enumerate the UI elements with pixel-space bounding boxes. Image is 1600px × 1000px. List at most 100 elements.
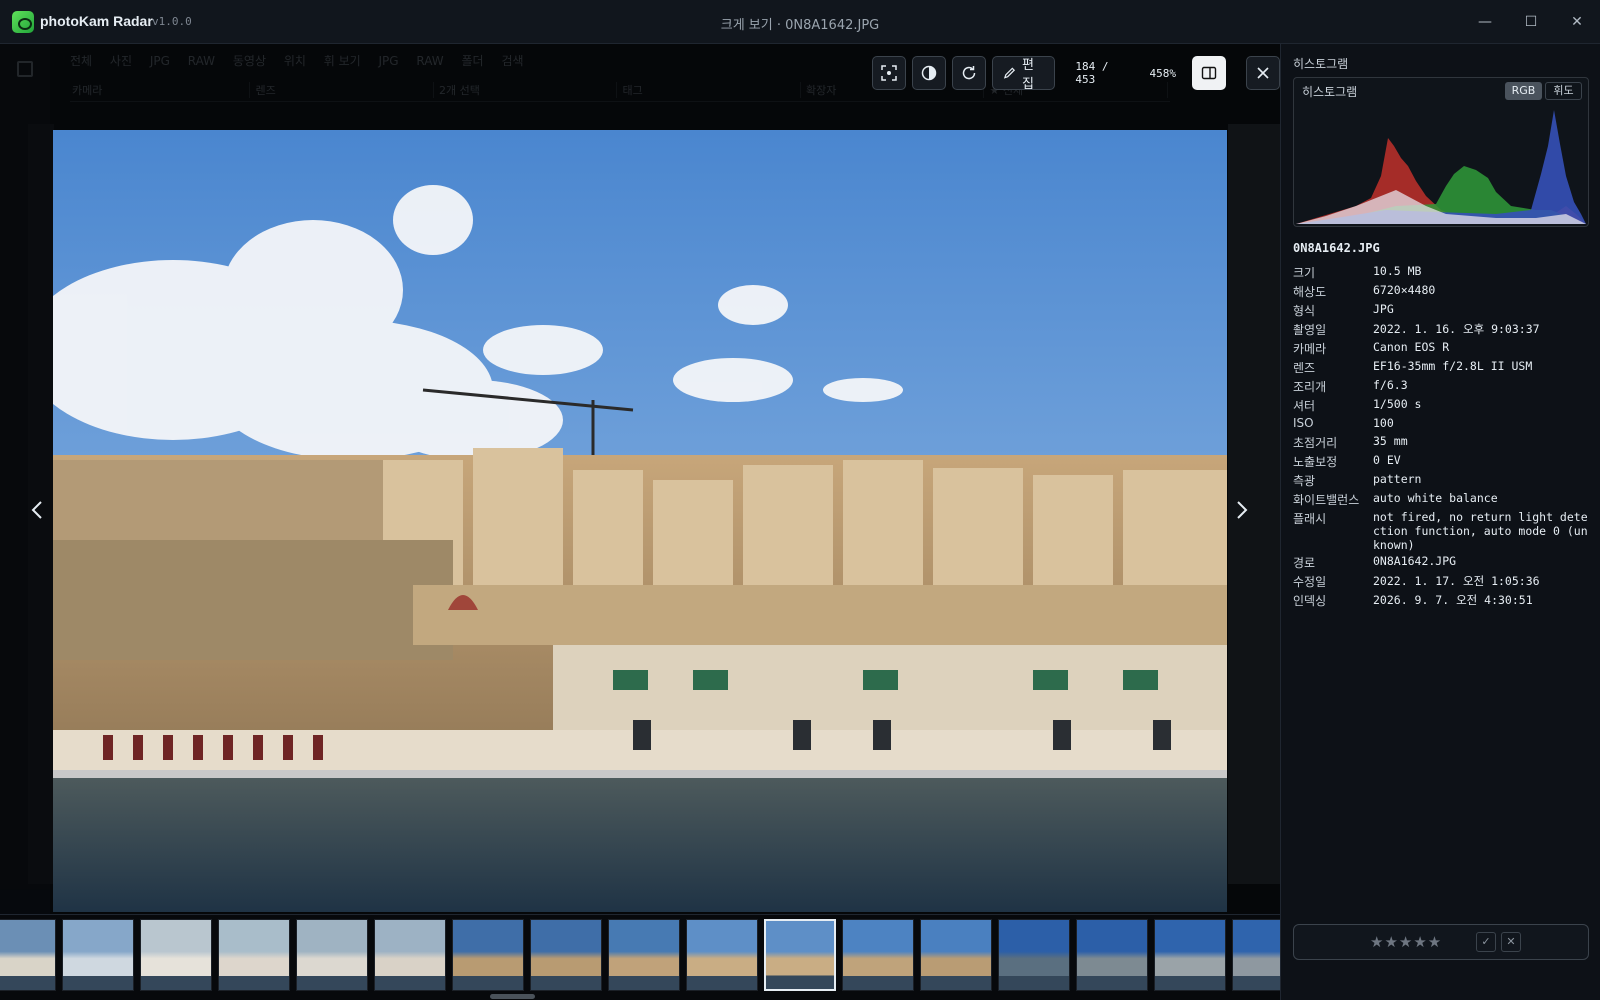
close-icon	[1257, 67, 1269, 79]
metadata-value: 100	[1373, 416, 1394, 430]
filter-raw-2: RAW	[416, 54, 444, 68]
next-photo-button[interactable]	[1230, 497, 1254, 527]
metadata-row: 경로 0N8A1642.JPG	[1293, 552, 1593, 571]
metadata-row: 초점거리 35 mm	[1293, 432, 1593, 451]
side-panel-icon	[1201, 66, 1217, 80]
contrast-button[interactable]	[912, 56, 946, 90]
metadata-value: pattern	[1373, 472, 1422, 486]
filmstrip-thumbnail[interactable]	[62, 919, 134, 991]
metadata-row: 수정일 2022. 1. 17. 오전 1:05:36	[1293, 571, 1593, 590]
metadata-value: 35 mm	[1373, 434, 1408, 448]
page-counter: 184 / 453	[1075, 60, 1109, 86]
reject-button[interactable]: ✕	[1501, 932, 1521, 952]
image-viewer: 전체 사진 JPG RAW 동영상 위치 휘 보기 JPG RAW 폴더 검색 …	[0, 44, 1280, 914]
file-name: 0N8A1642.JPG	[1293, 241, 1380, 255]
filter-view: 휘 보기	[323, 54, 361, 68]
filmstrip	[0, 914, 1280, 1000]
dropdown-tag: 태그	[621, 82, 801, 98]
chevron-left-icon	[31, 501, 42, 519]
metadata-row: 측광 pattern	[1293, 470, 1593, 489]
metadata-value: 1/500 s	[1373, 397, 1422, 411]
metadata-row: 크기 10.5 MB	[1293, 262, 1593, 281]
star-rating[interactable]: ★★★★★	[1370, 933, 1442, 951]
side-panel-toggle-button[interactable]	[1192, 56, 1226, 90]
filmstrip-scrollbar[interactable]	[490, 994, 535, 999]
filmstrip-thumbnail[interactable]	[140, 919, 212, 991]
metadata-row: 촬영일 2022. 1. 16. 오후 9:03:37	[1293, 319, 1593, 338]
filmstrip-thumbnail[interactable]	[296, 919, 368, 991]
filmstrip-thumbnail[interactable]	[1076, 919, 1148, 991]
metadata-value: JPG	[1373, 302, 1394, 316]
metadata-row: ISO 100	[1293, 414, 1593, 432]
metadata-key: 셔터	[1293, 399, 1316, 413]
metadata-key: 형식	[1293, 304, 1316, 318]
previous-photo-button[interactable]	[25, 497, 49, 527]
metadata-row: 렌즈 EF16-35mm f/2.8L II USM	[1293, 357, 1593, 376]
metadata-row: 화이트밸런스 auto white balance	[1293, 489, 1593, 508]
metadata-value: EF16-35mm f/2.8L II USM	[1373, 359, 1533, 373]
metadata-row: 플래시 not fired, no return light detection …	[1293, 508, 1593, 552]
filter-jpg: JPG	[149, 54, 170, 68]
metadata-key: 카메라	[1293, 342, 1327, 356]
filmstrip-thumbnail[interactable]	[452, 919, 524, 991]
background-filter-bar: 전체 사진 JPG RAW 동영상 위치 휘 보기 JPG RAW 폴더 검색	[70, 52, 670, 74]
focus-frame-icon	[881, 65, 897, 81]
histogram-card: 히스토그램 RGB 휘도	[1293, 77, 1589, 227]
filmstrip-thumbnail[interactable]	[218, 919, 290, 991]
grid-icon	[17, 61, 33, 77]
filmstrip-thumbnail[interactable]	[1154, 919, 1226, 991]
filmstrip-thumbnail[interactable]	[1232, 919, 1280, 991]
viewer-toolbar: 편집 184 / 453 458%	[872, 56, 1280, 92]
metadata-value: not fired, no return light detection fun…	[1373, 510, 1588, 552]
metadata-row: 노출보정 0 EV	[1293, 451, 1593, 470]
filter-raw: RAW	[187, 54, 216, 68]
histogram-luminance-toggle[interactable]: 휘도	[1545, 82, 1582, 100]
filmstrip-thumbnail[interactable]	[530, 919, 602, 991]
accept-button[interactable]: ✓	[1476, 932, 1496, 952]
main-photo[interactable]	[53, 130, 1227, 912]
filter-search: 검색	[501, 54, 524, 68]
metadata-value: auto white balance	[1373, 491, 1498, 505]
filmstrip-thumbnail[interactable]	[0, 919, 56, 991]
metadata-key: 측광	[1293, 474, 1316, 488]
filter-video: 동영상	[232, 54, 266, 68]
zoom-level: 458%	[1149, 66, 1177, 80]
minimize-button[interactable]: —	[1473, 10, 1497, 34]
filmstrip-thumbnail[interactable]	[842, 919, 914, 991]
filmstrip-thumbnail[interactable]	[608, 919, 680, 991]
title-bar: photoKam Radar v1.0.0 크게 보기 · 0N8A1642.J…	[0, 0, 1600, 44]
rotate-button[interactable]	[952, 56, 986, 90]
rotate-icon	[962, 66, 976, 80]
histogram-heading: 히스토그램	[1293, 57, 1349, 71]
filmstrip-thumbnail[interactable]	[764, 919, 836, 991]
filmstrip-thumbnail[interactable]	[920, 919, 992, 991]
dropdown-selected: 2개 선택	[437, 82, 617, 98]
focus-frame-button[interactable]	[872, 56, 906, 90]
metadata-row: 해상도 6720×4480	[1293, 281, 1593, 300]
filter-location: 위치	[283, 54, 306, 68]
filmstrip-thumbnail[interactable]	[374, 919, 446, 991]
close-window-button[interactable]: ✕	[1565, 10, 1589, 34]
maximize-button[interactable]: ☐	[1519, 10, 1543, 34]
metadata-value: 0 EV	[1373, 453, 1401, 467]
edit-button-label: 편집	[1022, 58, 1035, 92]
close-viewer-button[interactable]	[1246, 56, 1280, 90]
filter-all: 전체	[70, 54, 93, 68]
edit-button[interactable]: 편집	[992, 56, 1056, 92]
metadata-key: 수정일	[1293, 575, 1327, 589]
metadata-row: 형식 JPG	[1293, 300, 1593, 319]
filter-photo: 사진	[109, 54, 133, 68]
filter-jpg-2: JPG	[378, 54, 399, 68]
metadata-row: 카메라 Canon EOS R	[1293, 338, 1593, 357]
chevron-right-icon	[1237, 501, 1248, 519]
contrast-icon	[921, 65, 937, 81]
histogram-rgb-toggle[interactable]: RGB	[1505, 82, 1542, 100]
info-panel: 히스토그램 히스토그램 RGB 휘도 0N8A1642.JPG 크기 10.5 M…	[1280, 44, 1600, 1000]
filmstrip-thumbnail[interactable]	[998, 919, 1070, 991]
metadata-key: ISO	[1293, 416, 1314, 430]
filmstrip-thumbnail[interactable]	[686, 919, 758, 991]
metadata-key: 화이트밸런스	[1293, 493, 1360, 507]
pencil-icon	[1003, 67, 1016, 79]
metadata-key: 인덱싱	[1293, 594, 1327, 608]
dropdown-lens: 렌즈	[254, 82, 434, 98]
